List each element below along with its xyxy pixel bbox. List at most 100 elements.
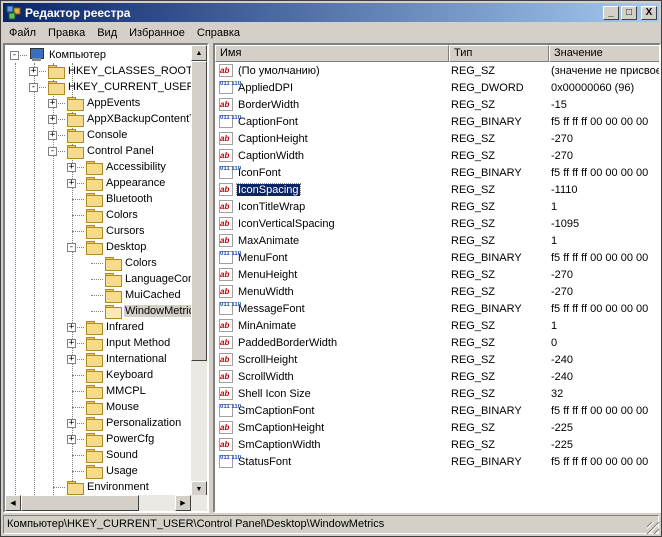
tree-node[interactable]: Environment: [67, 479, 150, 495]
registry-value-row[interactable]: 011 110 SmCaptionFont REG_BINARY f5 ff ff f…: [215, 402, 659, 419]
column-header-data[interactable]: Значение: [549, 45, 659, 62]
tree-node[interactable]: Desktop: [86, 239, 147, 255]
expand-icon[interactable]: +: [67, 179, 76, 188]
scroll-left-icon[interactable]: ◀: [5, 495, 21, 511]
registry-value-row[interactable]: 011 110 MessageFont REG_BINARY f5 ff ff ff …: [215, 300, 659, 317]
collapse-icon[interactable]: -: [67, 243, 76, 252]
registry-value-row[interactable]: 011 110 AppliedDPI REG_DWORD 0x00000060 (96…: [215, 79, 659, 96]
tree-node[interactable]: Mouse: [86, 399, 140, 415]
registry-value-row[interactable]: ab MaxAnimate REG_SZ 1: [215, 232, 659, 249]
collapse-icon[interactable]: -: [10, 51, 19, 60]
close-button[interactable]: X: [641, 5, 657, 20]
tree-node[interactable]: Cursors: [86, 223, 146, 239]
registry-value-row[interactable]: ab MinAnimate REG_SZ 1: [215, 317, 659, 334]
scroll-thumb[interactable]: [21, 495, 139, 511]
tree-node[interactable]: Infrared: [86, 319, 145, 335]
registry-value-row[interactable]: ab (По умолчанию) REG_SZ (значение не присв…: [215, 62, 659, 79]
expand-icon[interactable]: +: [48, 131, 57, 140]
menu-favorites[interactable]: Избранное: [123, 27, 191, 39]
registry-value-row[interactable]: 011 110 CaptionFont REG_BINARY f5 ff ff ff …: [215, 113, 659, 130]
collapse-icon[interactable]: -: [29, 83, 38, 92]
registry-value-row[interactable]: 011 110 MenuFont REG_BINARY f5 ff ff ff 00 …: [215, 249, 659, 266]
expand-icon[interactable]: +: [48, 115, 57, 124]
tree-node[interactable]: PowerCfg: [86, 431, 155, 447]
scroll-up-icon[interactable]: ▲: [191, 45, 207, 61]
registry-value-row[interactable]: ab IconTitleWrap REG_SZ 1: [215, 198, 659, 215]
registry-value-row[interactable]: ab SmCaptionWidth REG_SZ -225: [215, 436, 659, 453]
expand-icon[interactable]: +: [67, 419, 76, 428]
registry-value-row[interactable]: 011 110 IconFont REG_BINARY f5 ff ff ff 00 …: [215, 164, 659, 181]
tree-node[interactable]: Компьютер: [29, 47, 107, 63]
expand-icon[interactable]: +: [67, 355, 76, 364]
registry-value-row[interactable]: ab CaptionWidth REG_SZ -270: [215, 147, 659, 164]
tree-node[interactable]: Console: [67, 127, 128, 143]
collapse-icon[interactable]: -: [48, 147, 57, 156]
expand-icon[interactable]: +: [29, 67, 38, 76]
title-bar[interactable]: Редактор реестра _ □ X: [3, 3, 659, 22]
value-name-cell: 011 110 SmCaptionFont: [215, 404, 449, 417]
registry-value-row[interactable]: ab PaddedBorderWidth REG_SZ 0: [215, 334, 659, 351]
menu-help[interactable]: Справка: [191, 27, 246, 39]
registry-value-row[interactable]: 011 110 StatusFont REG_BINARY f5 ff ff ff 0…: [215, 453, 659, 470]
tree-node[interactable]: Appearance: [86, 175, 166, 191]
tree-node[interactable]: Sound: [86, 447, 139, 463]
registry-value-row[interactable]: ab ScrollHeight REG_SZ -240: [215, 351, 659, 368]
tree-node[interactable]: Usage: [86, 463, 139, 479]
tree-node[interactable]: AppEvents: [67, 95, 141, 111]
expand-icon[interactable]: +: [67, 435, 76, 444]
tree-node[interactable]: HKEY_CURRENT_USER: [48, 79, 191, 95]
registry-value-row[interactable]: ab ScrollWidth REG_SZ -240: [215, 368, 659, 385]
tree-node[interactable]: Accessibility: [86, 159, 167, 175]
tree-node[interactable]: Bluetooth: [86, 191, 153, 207]
registry-value-row[interactable]: ab BorderWidth REG_SZ -15: [215, 96, 659, 113]
string-value-icon: ab: [219, 438, 233, 451]
value-data: 1: [551, 234, 558, 247]
tree-node[interactable]: Colors: [105, 255, 158, 271]
tree-node[interactable]: Colors: [86, 207, 139, 223]
column-header-type[interactable]: Тип: [449, 45, 549, 62]
value-name-cell: ab SmCaptionWidth: [215, 438, 449, 451]
menu-edit[interactable]: Правка: [42, 27, 91, 39]
tree-vertical-scrollbar[interactable]: ▲ ▼: [191, 45, 207, 497]
resize-grip[interactable]: [647, 522, 659, 534]
folder-icon: [105, 256, 122, 271]
expand-icon[interactable]: +: [67, 339, 76, 348]
tree-node-label: Sound: [106, 449, 138, 461]
registry-value-row[interactable]: ab CaptionHeight REG_SZ -270: [215, 130, 659, 147]
tree-node-label: Input Method: [106, 337, 171, 349]
tree-node-label: Console: [87, 129, 128, 141]
registry-value-row[interactable]: ab IconVerticalSpacing REG_SZ -1095: [215, 215, 659, 232]
tree-node[interactable]: Control Panel: [67, 143, 155, 159]
expand-icon[interactable]: +: [48, 99, 57, 108]
tree-node[interactable]: MuiCached: [105, 287, 182, 303]
status-bar: Компьютер\HKEY_CURRENT_USER\Control Pane…: [3, 515, 659, 534]
maximize-button[interactable]: □: [621, 5, 637, 20]
registry-value-row[interactable]: ab Shell Icon Size REG_SZ 32: [215, 385, 659, 402]
tree-node-label: Desktop: [106, 241, 147, 253]
registry-value-row[interactable]: ab IconSpacing REG_SZ -1110: [215, 181, 659, 198]
tree-node[interactable]: MMCPL: [86, 383, 147, 399]
tree-connector: [72, 215, 84, 216]
registry-value-row[interactable]: ab MenuWidth REG_SZ -270: [215, 283, 659, 300]
tree-connector: [91, 295, 103, 296]
tree-horizontal-scrollbar[interactable]: ◀ ▶: [5, 495, 207, 511]
scroll-right-icon[interactable]: ▶: [175, 495, 191, 511]
menu-file[interactable]: Файл: [3, 27, 42, 39]
column-header-name[interactable]: Имя: [215, 45, 449, 62]
tree-node[interactable]: Personalization: [86, 415, 182, 431]
tree-node[interactable]: Keyboard: [86, 367, 154, 383]
tree-node[interactable]: International: [86, 351, 168, 367]
tree-node[interactable]: WindowMetric: [105, 303, 191, 319]
expand-icon[interactable]: +: [67, 323, 76, 332]
tree-node[interactable]: HKEY_CLASSES_ROOT: [48, 63, 191, 79]
registry-value-row[interactable]: ab MenuHeight REG_SZ -270: [215, 266, 659, 283]
tree-node[interactable]: AppXBackupContentT: [67, 111, 191, 127]
registry-value-row[interactable]: ab SmCaptionHeight REG_SZ -225: [215, 419, 659, 436]
menu-view[interactable]: Вид: [91, 27, 123, 39]
tree-connector: [72, 231, 84, 232]
tree-node[interactable]: LanguageCon: [105, 271, 191, 287]
expand-icon[interactable]: +: [67, 163, 76, 172]
scroll-thumb[interactable]: [191, 61, 207, 361]
tree-node[interactable]: Input Method: [86, 335, 171, 351]
minimize-button[interactable]: _: [603, 5, 619, 20]
